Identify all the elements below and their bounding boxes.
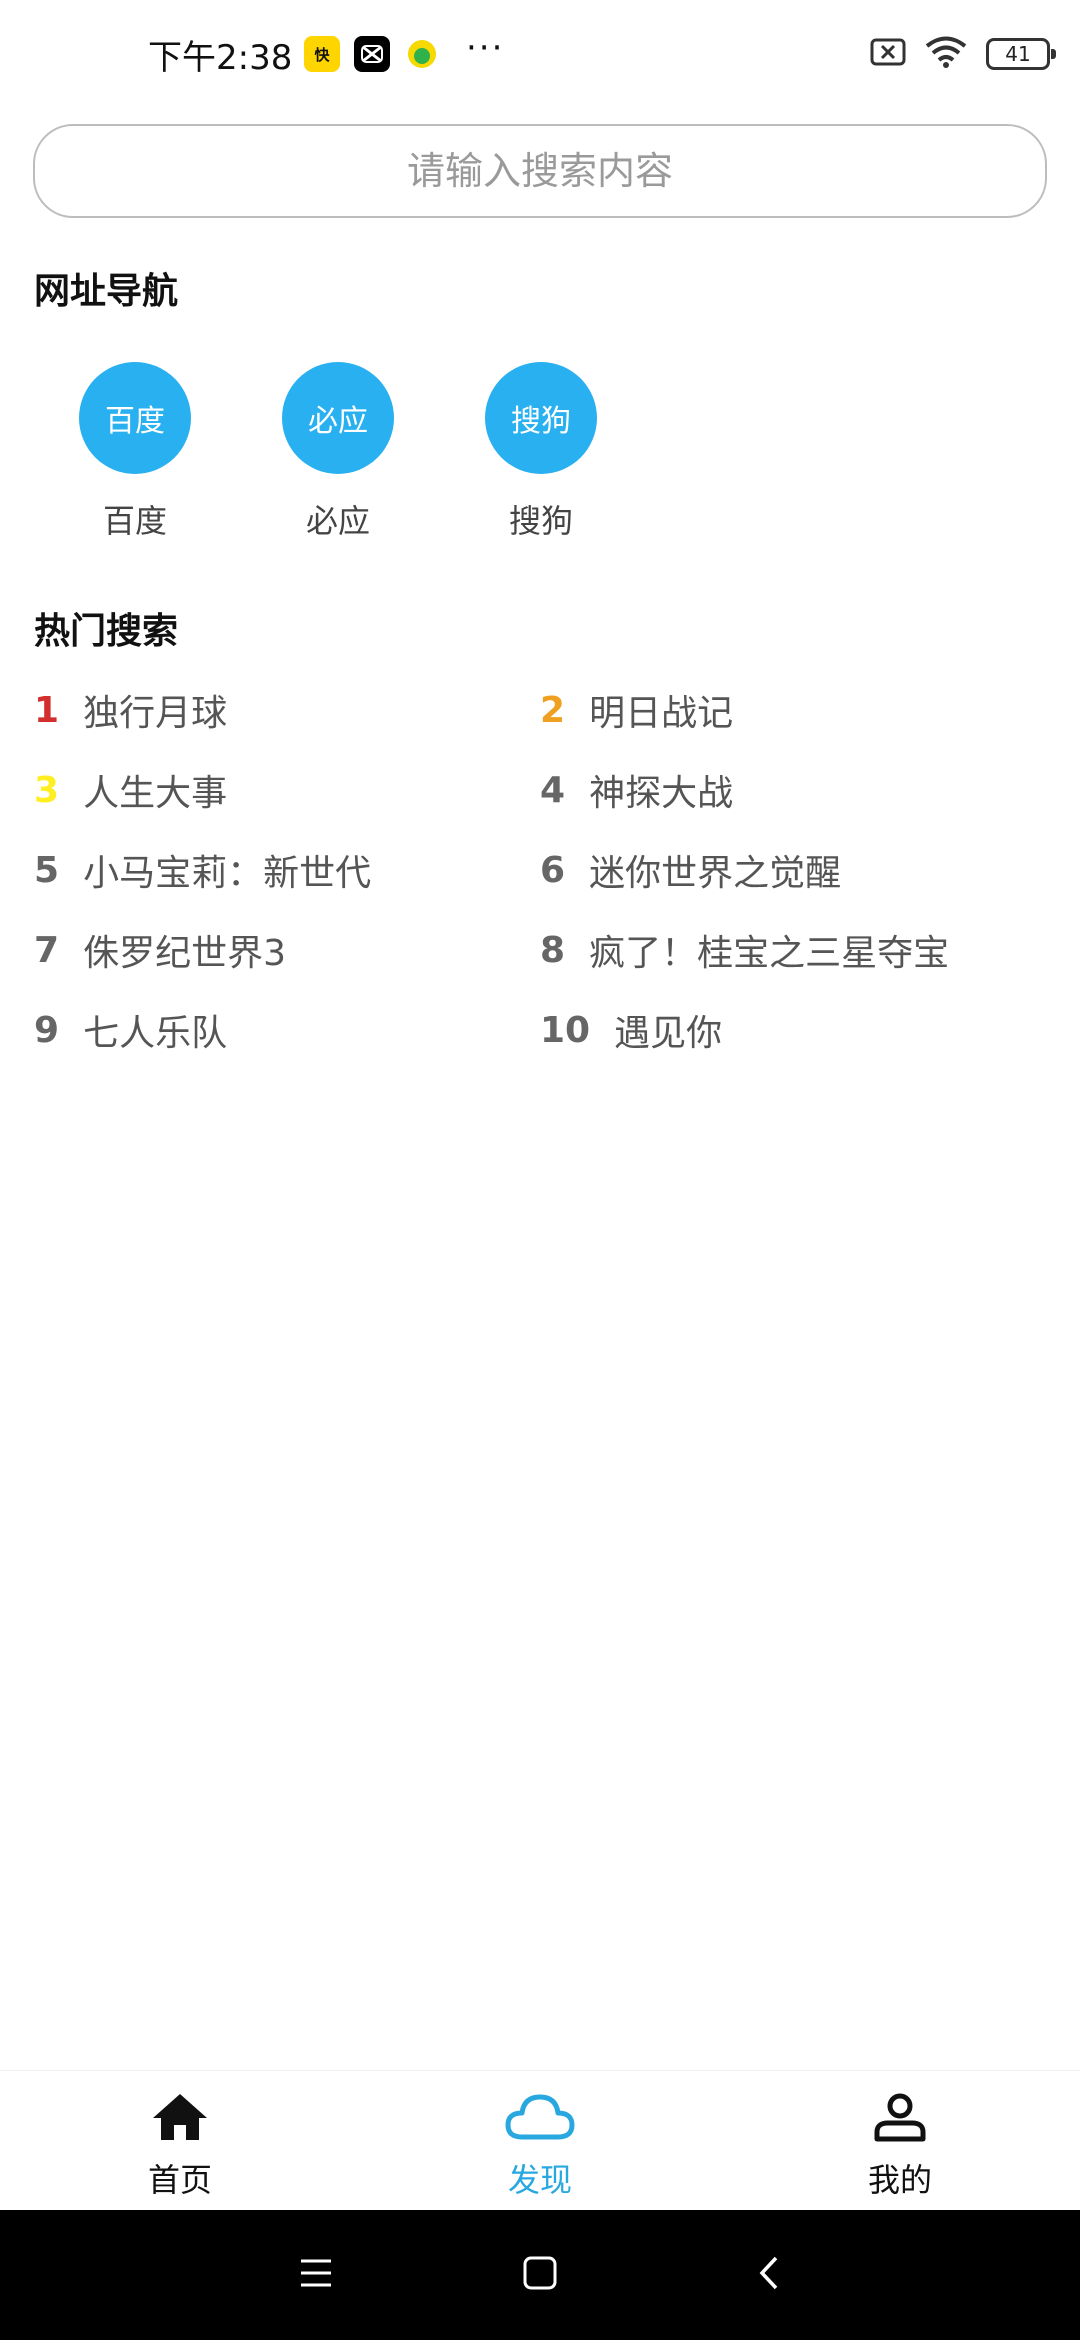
hot-search-item[interactable]: 10 遇见你: [540, 1000, 722, 1060]
status-time: 下午2:38: [148, 38, 293, 78]
nav-item-label: 百度: [102, 502, 167, 540]
status-bar: 下午2:38 快 ··· 41: [0, 0, 1080, 110]
baidu-icon[interactable]: 百度: [79, 362, 191, 474]
hot-search-item[interactable]: 3 人生大事: [34, 760, 227, 820]
hot-rank: 6: [540, 849, 566, 891]
tab-discover-label[interactable]: 发现: [508, 2155, 572, 2201]
nav-item-sogou[interactable]: 搜狗 搜狗: [466, 362, 616, 542]
qq-music-app-icon: [404, 36, 440, 72]
hot-title[interactable]: 疯了！桂宝之三星夺宝: [589, 924, 949, 976]
person-icon[interactable]: [872, 2091, 928, 2147]
hot-search-item[interactable]: 2 明日战记: [540, 680, 733, 740]
tab-mine-label[interactable]: 我的: [868, 2155, 932, 2201]
hot-title[interactable]: 独行月球: [83, 684, 227, 736]
search-box[interactable]: [33, 124, 1047, 218]
nav-item-bing[interactable]: 必应 必应: [263, 362, 413, 542]
bing-icon[interactable]: 必应: [282, 362, 394, 474]
hot-search-item[interactable]: 8 疯了！桂宝之三星夺宝: [540, 920, 949, 980]
more-notifications-icon: ···: [466, 28, 505, 68]
cloud-icon[interactable]: [504, 2091, 576, 2147]
hot-section-title: 热门搜索: [34, 611, 179, 652]
hot-title[interactable]: 神探大战: [589, 764, 733, 816]
back-icon[interactable]: [752, 2255, 788, 2295]
hot-rank: 2: [540, 689, 566, 731]
bottom-tab-bar: 首页 发现 我的: [0, 2070, 1080, 2210]
hot-rank: 10: [540, 1009, 591, 1051]
hot-search-item[interactable]: 9 七人乐队: [34, 1000, 227, 1060]
hot-search-item[interactable]: 5 小马宝莉：新世代: [34, 840, 371, 900]
nav-item-baidu[interactable]: 百度 百度: [60, 362, 210, 542]
home-icon[interactable]: [150, 2091, 210, 2147]
nav-section-title: 网址导航: [34, 271, 179, 312]
nav-item-label: 必应: [305, 502, 370, 540]
menu-icon[interactable]: [298, 2255, 334, 2295]
battery-icon: 41: [986, 38, 1056, 70]
hot-title[interactable]: 遇见你: [614, 1004, 722, 1056]
hot-search-item[interactable]: 7 侏罗纪世界3: [34, 920, 286, 980]
kuaikan-app-icon: 快: [304, 36, 340, 72]
nav-item-label: 搜狗: [508, 502, 573, 540]
hot-title[interactable]: 迷你世界之觉醒: [589, 844, 841, 896]
hot-title[interactable]: 小马宝莉：新世代: [83, 844, 371, 896]
hot-title[interactable]: 七人乐队: [83, 1004, 227, 1056]
hot-search-item[interactable]: 6 迷你世界之觉醒: [540, 840, 841, 900]
tab-mine[interactable]: 我的: [810, 2091, 990, 2201]
capcut-app-icon: [354, 36, 390, 72]
hot-search-item[interactable]: 4 神探大战: [540, 760, 733, 820]
hot-rank: 7: [34, 929, 60, 971]
search-input[interactable]: [35, 126, 1045, 216]
sogou-icon[interactable]: 搜狗: [485, 362, 597, 474]
hot-title[interactable]: 侏罗纪世界3: [83, 924, 286, 976]
tab-home-label[interactable]: 首页: [148, 2155, 212, 2201]
hot-rank: 8: [540, 929, 566, 971]
home-square-icon[interactable]: [522, 2255, 558, 2295]
system-nav-bar: [0, 2210, 1080, 2340]
hot-rank: 5: [34, 849, 60, 891]
hot-title[interactable]: 明日战记: [589, 684, 733, 736]
hot-rank: 4: [540, 769, 566, 811]
hot-rank: 1: [34, 689, 60, 731]
tab-discover[interactable]: 发现: [450, 2091, 630, 2201]
sim-disabled-icon: [870, 37, 906, 71]
hot-rank: 9: [34, 1009, 60, 1051]
tab-home[interactable]: 首页: [90, 2091, 270, 2201]
wifi-icon: [924, 35, 968, 73]
hot-title[interactable]: 人生大事: [83, 764, 227, 816]
status-right: 41: [870, 35, 1056, 73]
hot-rank: 3: [34, 769, 60, 811]
hot-search-item[interactable]: 1 独行月球: [34, 680, 227, 740]
